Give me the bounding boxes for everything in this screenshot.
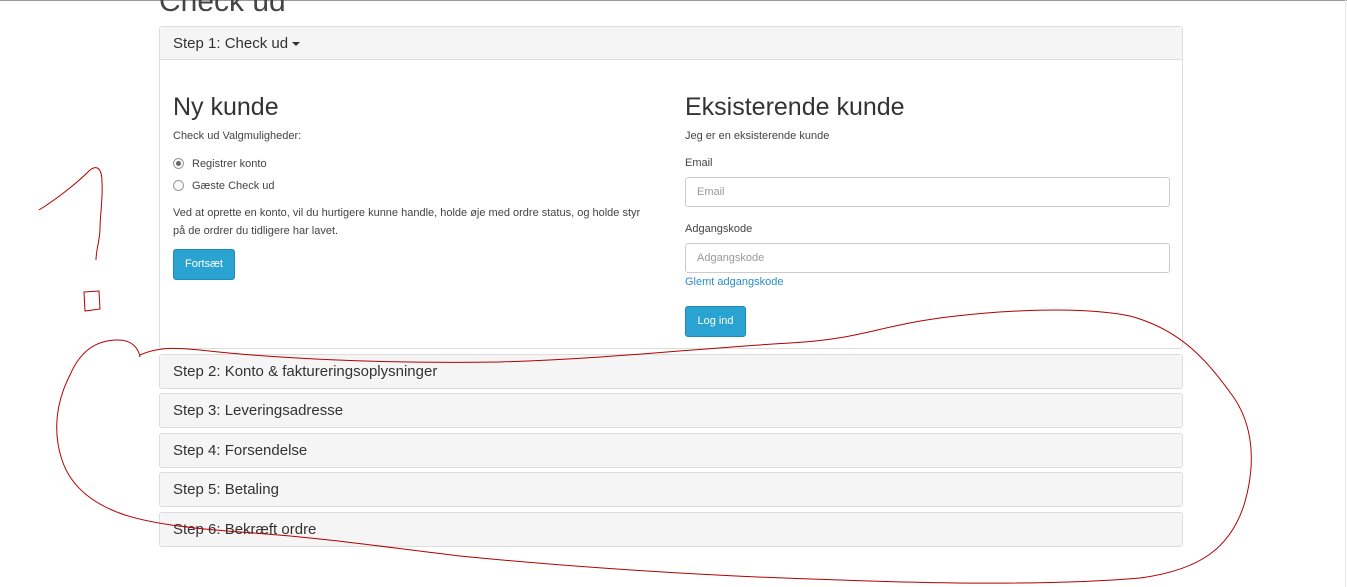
caret-down-icon: [292, 42, 301, 47]
continue-button[interactable]: Fortsæt: [173, 249, 235, 280]
step5-panel[interactable]: Step 5: Betaling: [159, 472, 1183, 507]
window-right-border: [1345, 0, 1346, 587]
question-mark-stroke: [38, 167, 103, 261]
new-customer-title: Ny kunde: [173, 93, 279, 121]
email-input[interactable]: [685, 177, 1170, 207]
radio-guest-label: Gæste Check ud: [192, 180, 275, 192]
page-title: Check ud: [159, 0, 286, 18]
existing-customer-title: Eksisterende kunde: [685, 93, 905, 121]
password-input[interactable]: [685, 243, 1170, 273]
step2-panel[interactable]: Step 2: Konto & faktureringsoplysninger: [159, 354, 1183, 389]
existing-customer-subtitle: Jeg er en eksisterende kunde: [685, 130, 830, 142]
checkout-options-label: Check ud Valgmuligheder:: [173, 130, 302, 142]
step6-panel[interactable]: Step 6: Bekræft ordre: [159, 512, 1183, 547]
step6-heading[interactable]: Step 6: Bekræft ordre: [160, 513, 1182, 546]
step1-heading[interactable]: Step 1: Check ud: [160, 27, 1182, 60]
step1-heading-label: Step 1: Check ud: [173, 35, 289, 52]
forgot-password-link[interactable]: Glemt adgangskode: [685, 276, 783, 288]
radio-unchecked-icon[interactable]: [173, 179, 184, 191]
email-label: Email: [685, 157, 713, 169]
login-button[interactable]: Log ind: [685, 306, 746, 337]
radio-register-label: Registrer konto: [192, 158, 267, 170]
radio-guest-checkout[interactable]: Gæste Check ud: [173, 179, 275, 193]
step5-heading[interactable]: Step 5: Betaling: [160, 473, 1182, 506]
step2-heading[interactable]: Step 2: Konto & faktureringsoplysninger: [160, 355, 1182, 388]
step3-heading[interactable]: Step 3: Leveringsadresse: [160, 394, 1182, 427]
question-mark-dot: [83, 290, 101, 312]
step3-panel[interactable]: Step 3: Leveringsadresse: [159, 393, 1183, 428]
password-label: Adgangskode: [685, 223, 753, 235]
step4-panel[interactable]: Step 4: Forsendelse: [159, 433, 1183, 468]
radio-register-account[interactable]: Registrer konto: [173, 157, 267, 171]
step1-panel: Step 1: Check ud Ny kunde Check ud Valgm…: [159, 26, 1183, 349]
step4-heading[interactable]: Step 4: Forsendelse: [160, 434, 1182, 467]
account-benefits-text: Ved at oprette en konto, vil du hurtiger…: [173, 207, 641, 237]
radio-checked-icon[interactable]: [173, 157, 184, 169]
